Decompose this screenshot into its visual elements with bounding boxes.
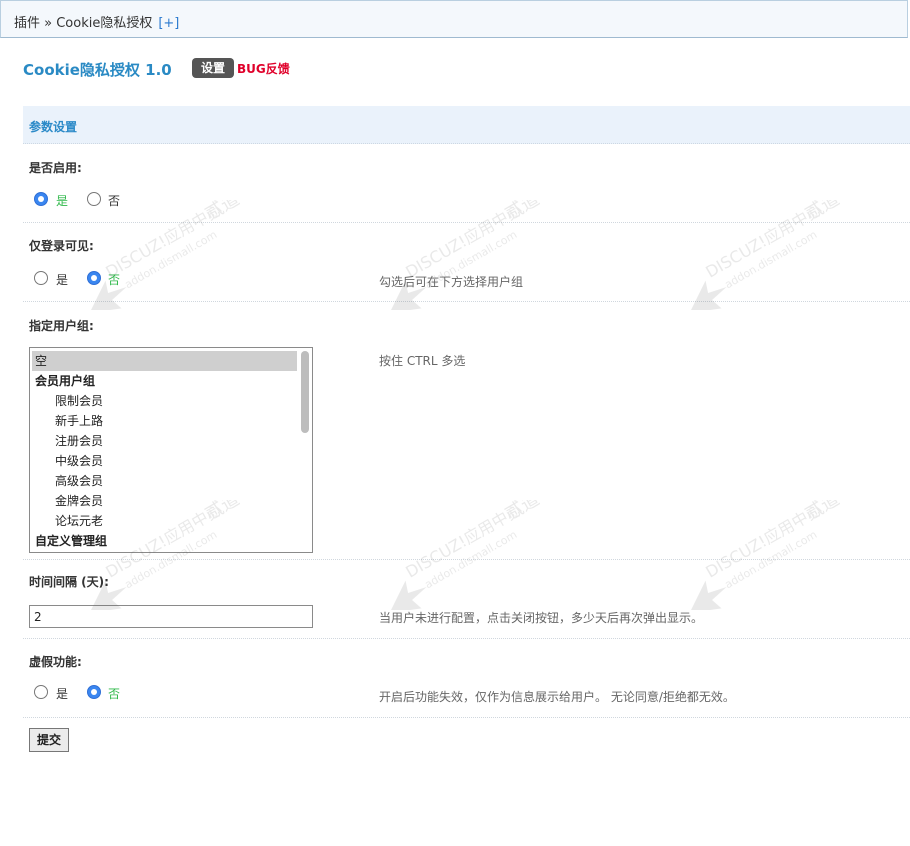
divider [23,301,910,302]
watermark-logo: DISCUZ!应用中心addon.dismall.com贰道 [360,189,560,313]
divider [23,717,910,718]
list-item[interactable]: 限制会员 [32,391,312,411]
breadcrumb: 插件 » Cookie隐私授权 [+] [14,12,179,31]
list-item[interactable]: 高级会员 [32,471,312,491]
divider [23,559,910,560]
fake-mode-label: 虚假功能: [29,655,82,669]
list-scrollbar[interactable] [301,351,309,433]
breadcrumb-path: 插件 » Cookie隐私授权 [14,16,153,31]
enable-label: 是否启用: [29,161,82,175]
breadcrumb-bar: 插件 » Cookie隐私授权 [+] [0,0,908,38]
interval-label: 时间间隔 (天): [29,575,109,589]
fake-mode-no-radio[interactable] [87,685,101,699]
interval-hint: 当用户未进行配置，点击关闭按钮，多少天后再次弹出显示。 [379,611,704,625]
svg-text:DISCUZ!应用中心: DISCUZ!应用中心 [102,200,225,282]
watermark-logo: DISCUZ!应用中心addon.dismall.com贰道 [60,189,260,313]
divider [23,222,910,223]
login-only-yes-label: 是 [56,273,69,287]
login-only-no-radio[interactable] [87,271,101,285]
list-item[interactable]: 自定义管理组 [32,531,297,551]
login-only-no-label: 否 [108,273,121,287]
user-groups-hint: 按住 CTRL 多选 [379,354,466,368]
fake-mode-no-label: 否 [108,687,121,701]
user-groups-label: 指定用户组: [29,319,94,333]
bug-feedback-link[interactable]: BUG反馈 [237,60,290,77]
list-item[interactable]: 注册会员 [32,431,312,451]
user-group-select[interactable]: 空 会员用户组 限制会员 新手上路 注册会员 中级会员 高级会员 金牌会员 论坛… [29,347,313,553]
svg-text:贰道: 贰道 [801,500,843,525]
svg-text:DISCUZ!应用中心: DISCUZ!应用中心 [402,500,525,582]
svg-text:DISCUZ!应用中心: DISCUZ!应用中心 [702,500,825,582]
fake-mode-yes-radio[interactable] [34,685,48,699]
login-only-label: 仅登录可见: [29,239,94,253]
watermark-logo: DISCUZ!应用中心addon.dismall.com贰道 [360,489,560,613]
watermark-logo: DISCUZ!应用中心addon.dismall.com贰道 [660,189,860,313]
submit-button[interactable]: 提交 [29,728,69,752]
divider [23,638,910,639]
enable-no-radio[interactable] [87,192,101,206]
enable-yes-radio[interactable] [34,192,48,206]
svg-text:addon.dismall.com: addon.dismall.com [123,228,220,291]
interval-input[interactable] [29,605,313,628]
list-item[interactable]: 空 [32,351,297,371]
fake-mode-yes-label: 是 [56,687,69,701]
section-title: 参数设置 [29,120,78,134]
watermark-logo: DISCUZ!应用中心addon.dismall.com贰道 [660,489,860,613]
login-only-hint: 勾选后可在下方选择用户组 [379,275,524,289]
enable-yes-label: 是 [56,194,69,208]
list-item[interactable]: 会员用户组 [32,371,297,391]
list-item[interactable]: 新手上路 [32,411,312,431]
svg-text:addon.dismall.com: addon.dismall.com [723,228,820,291]
section-header: 参数设置 [23,106,910,144]
list-item[interactable]: 中级会员 [32,451,312,471]
svg-text:贰道: 贰道 [501,500,543,525]
list-item[interactable]: 论坛元老 [32,511,312,531]
fake-mode-hint: 开启后功能失效，仅作为信息展示给用户。 无论同意/拒绝都无效。 [379,690,735,704]
setting-button[interactable]: 设置 [192,58,234,78]
expand-link[interactable]: [+] [158,16,179,31]
svg-text:DISCUZ!应用中心: DISCUZ!应用中心 [402,200,525,282]
login-only-yes-radio[interactable] [34,271,48,285]
svg-text:DISCUZ!应用中心: DISCUZ!应用中心 [702,200,825,282]
list-item[interactable]: 金牌会员 [32,491,312,511]
plugin-title: Cookie隐私授权 1.0 [23,61,172,79]
enable-no-label: 否 [108,194,121,208]
